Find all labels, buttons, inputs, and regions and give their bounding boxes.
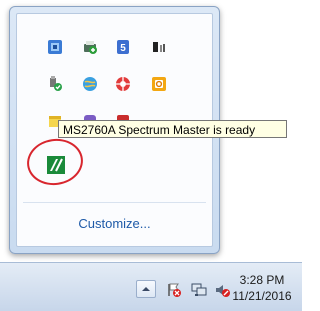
device-manager-icon[interactable]	[151, 39, 167, 55]
tray-icon-tooltip: MS2760A Spectrum Master is ready	[58, 120, 287, 138]
show-hidden-icons-button[interactable]	[136, 280, 156, 298]
usb-safely-remove-icon[interactable]	[47, 76, 63, 92]
chevron-up-icon	[142, 287, 150, 291]
html5-shield-icon[interactable]: 5	[115, 39, 131, 55]
office-upload-icon[interactable]	[151, 76, 167, 92]
taskbar-clock[interactable]: 3:28 PM 11/21/2016	[222, 272, 302, 304]
flyout-divider	[23, 202, 206, 203]
network-monitor-icon[interactable]	[191, 282, 207, 298]
svg-text:5: 5	[120, 43, 126, 54]
action-center-flag-icon[interactable]	[166, 282, 182, 298]
clock-date: 11/21/2016	[232, 289, 292, 303]
clock-time: 3:28 PM	[239, 273, 285, 287]
printer-status-icon[interactable]	[82, 39, 98, 55]
keyboard-layout-icon[interactable]	[47, 39, 63, 55]
network-globe-icon[interactable]	[82, 76, 98, 92]
customize-link[interactable]: Customize...	[17, 216, 212, 231]
security-app-icon[interactable]	[115, 76, 131, 92]
